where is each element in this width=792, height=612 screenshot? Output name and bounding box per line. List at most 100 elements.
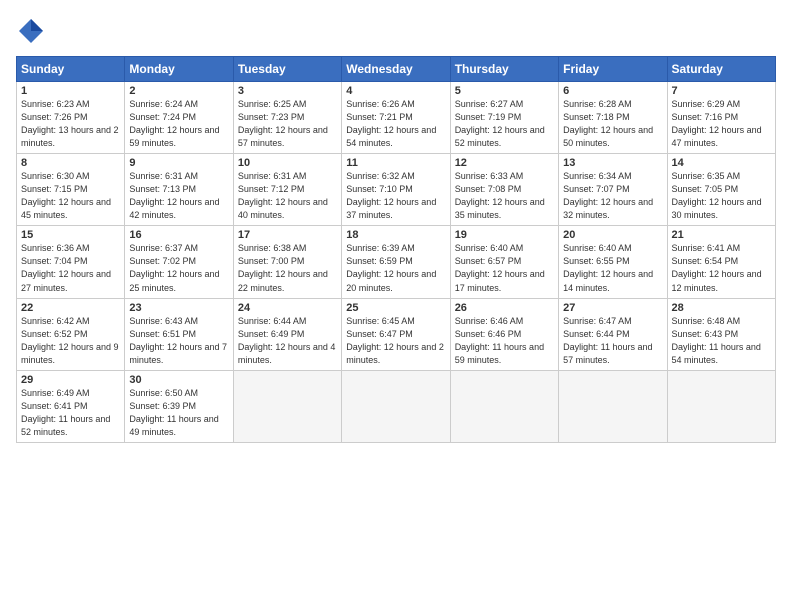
day-info: Sunrise: 6:41 AMSunset: 6:54 PMDaylight:… (672, 242, 771, 294)
week-row-3: 15 Sunrise: 6:36 AMSunset: 7:04 PMDaylig… (17, 226, 776, 298)
day-number: 15 (21, 229, 120, 241)
day-number: 29 (21, 374, 120, 386)
header (16, 16, 776, 46)
day-info: Sunrise: 6:46 AMSunset: 6:46 PMDaylight:… (455, 315, 554, 367)
calendar-cell (450, 370, 558, 442)
day-number: 10 (238, 157, 337, 169)
calendar-cell: 30 Sunrise: 6:50 AMSunset: 6:39 PMDaylig… (125, 370, 233, 442)
week-row-1: 1 Sunrise: 6:23 AMSunset: 7:26 PMDayligh… (17, 82, 776, 154)
calendar-cell: 25 Sunrise: 6:45 AMSunset: 6:47 PMDaylig… (342, 298, 450, 370)
calendar-cell: 4 Sunrise: 6:26 AMSunset: 7:21 PMDayligh… (342, 82, 450, 154)
calendar-cell: 5 Sunrise: 6:27 AMSunset: 7:19 PMDayligh… (450, 82, 558, 154)
day-number: 23 (129, 302, 228, 314)
weekday-tuesday: Tuesday (233, 57, 341, 82)
day-info: Sunrise: 6:25 AMSunset: 7:23 PMDaylight:… (238, 98, 337, 150)
day-info: Sunrise: 6:27 AMSunset: 7:19 PMDaylight:… (455, 98, 554, 150)
calendar-table: SundayMondayTuesdayWednesdayThursdayFrid… (16, 56, 776, 443)
day-number: 14 (672, 157, 771, 169)
week-row-4: 22 Sunrise: 6:42 AMSunset: 6:52 PMDaylig… (17, 298, 776, 370)
day-info: Sunrise: 6:38 AMSunset: 7:00 PMDaylight:… (238, 242, 337, 294)
page: SundayMondayTuesdayWednesdayThursdayFrid… (0, 0, 792, 612)
day-number: 22 (21, 302, 120, 314)
day-info: Sunrise: 6:30 AMSunset: 7:15 PMDaylight:… (21, 170, 120, 222)
day-number: 26 (455, 302, 554, 314)
day-number: 7 (672, 85, 771, 97)
weekday-monday: Monday (125, 57, 233, 82)
calendar-cell: 6 Sunrise: 6:28 AMSunset: 7:18 PMDayligh… (559, 82, 667, 154)
weekday-friday: Friday (559, 57, 667, 82)
day-info: Sunrise: 6:35 AMSunset: 7:05 PMDaylight:… (672, 170, 771, 222)
calendar-cell: 24 Sunrise: 6:44 AMSunset: 6:49 PMDaylig… (233, 298, 341, 370)
day-info: Sunrise: 6:40 AMSunset: 6:55 PMDaylight:… (563, 242, 662, 294)
calendar-cell: 27 Sunrise: 6:47 AMSunset: 6:44 PMDaylig… (559, 298, 667, 370)
calendar-cell: 1 Sunrise: 6:23 AMSunset: 7:26 PMDayligh… (17, 82, 125, 154)
calendar-cell (233, 370, 341, 442)
calendar-cell: 14 Sunrise: 6:35 AMSunset: 7:05 PMDaylig… (667, 154, 775, 226)
day-info: Sunrise: 6:37 AMSunset: 7:02 PMDaylight:… (129, 242, 228, 294)
day-number: 16 (129, 229, 228, 241)
day-info: Sunrise: 6:29 AMSunset: 7:16 PMDaylight:… (672, 98, 771, 150)
day-number: 4 (346, 85, 445, 97)
calendar-cell: 18 Sunrise: 6:39 AMSunset: 6:59 PMDaylig… (342, 226, 450, 298)
week-row-5: 29 Sunrise: 6:49 AMSunset: 6:41 PMDaylig… (17, 370, 776, 442)
day-number: 9 (129, 157, 228, 169)
day-number: 28 (672, 302, 771, 314)
day-info: Sunrise: 6:45 AMSunset: 6:47 PMDaylight:… (346, 315, 445, 367)
calendar-cell: 28 Sunrise: 6:48 AMSunset: 6:43 PMDaylig… (667, 298, 775, 370)
calendar-cell: 13 Sunrise: 6:34 AMSunset: 7:07 PMDaylig… (559, 154, 667, 226)
day-number: 8 (21, 157, 120, 169)
day-number: 3 (238, 85, 337, 97)
calendar-cell (342, 370, 450, 442)
day-info: Sunrise: 6:43 AMSunset: 6:51 PMDaylight:… (129, 315, 228, 367)
day-number: 17 (238, 229, 337, 241)
day-info: Sunrise: 6:50 AMSunset: 6:39 PMDaylight:… (129, 387, 228, 439)
calendar-cell: 16 Sunrise: 6:37 AMSunset: 7:02 PMDaylig… (125, 226, 233, 298)
logo-icon (16, 16, 46, 46)
weekday-thursday: Thursday (450, 57, 558, 82)
day-info: Sunrise: 6:39 AMSunset: 6:59 PMDaylight:… (346, 242, 445, 294)
calendar-cell: 19 Sunrise: 6:40 AMSunset: 6:57 PMDaylig… (450, 226, 558, 298)
calendar-cell: 8 Sunrise: 6:30 AMSunset: 7:15 PMDayligh… (17, 154, 125, 226)
week-row-2: 8 Sunrise: 6:30 AMSunset: 7:15 PMDayligh… (17, 154, 776, 226)
day-number: 12 (455, 157, 554, 169)
day-info: Sunrise: 6:48 AMSunset: 6:43 PMDaylight:… (672, 315, 771, 367)
calendar-cell (667, 370, 775, 442)
day-info: Sunrise: 6:31 AMSunset: 7:12 PMDaylight:… (238, 170, 337, 222)
calendar-cell: 10 Sunrise: 6:31 AMSunset: 7:12 PMDaylig… (233, 154, 341, 226)
weekday-saturday: Saturday (667, 57, 775, 82)
day-info: Sunrise: 6:32 AMSunset: 7:10 PMDaylight:… (346, 170, 445, 222)
day-number: 27 (563, 302, 662, 314)
day-number: 19 (455, 229, 554, 241)
calendar-cell: 9 Sunrise: 6:31 AMSunset: 7:13 PMDayligh… (125, 154, 233, 226)
calendar-cell: 2 Sunrise: 6:24 AMSunset: 7:24 PMDayligh… (125, 82, 233, 154)
day-info: Sunrise: 6:28 AMSunset: 7:18 PMDaylight:… (563, 98, 662, 150)
day-number: 21 (672, 229, 771, 241)
calendar-cell: 3 Sunrise: 6:25 AMSunset: 7:23 PMDayligh… (233, 82, 341, 154)
calendar-cell: 22 Sunrise: 6:42 AMSunset: 6:52 PMDaylig… (17, 298, 125, 370)
day-info: Sunrise: 6:42 AMSunset: 6:52 PMDaylight:… (21, 315, 120, 367)
day-info: Sunrise: 6:44 AMSunset: 6:49 PMDaylight:… (238, 315, 337, 367)
day-info: Sunrise: 6:34 AMSunset: 7:07 PMDaylight:… (563, 170, 662, 222)
day-info: Sunrise: 6:36 AMSunset: 7:04 PMDaylight:… (21, 242, 120, 294)
day-info: Sunrise: 6:47 AMSunset: 6:44 PMDaylight:… (563, 315, 662, 367)
day-number: 2 (129, 85, 228, 97)
day-number: 6 (563, 85, 662, 97)
calendar-cell: 17 Sunrise: 6:38 AMSunset: 7:00 PMDaylig… (233, 226, 341, 298)
weekday-wednesday: Wednesday (342, 57, 450, 82)
day-number: 24 (238, 302, 337, 314)
day-info: Sunrise: 6:33 AMSunset: 7:08 PMDaylight:… (455, 170, 554, 222)
calendar-cell: 15 Sunrise: 6:36 AMSunset: 7:04 PMDaylig… (17, 226, 125, 298)
day-info: Sunrise: 6:26 AMSunset: 7:21 PMDaylight:… (346, 98, 445, 150)
calendar-cell: 12 Sunrise: 6:33 AMSunset: 7:08 PMDaylig… (450, 154, 558, 226)
calendar-cell: 26 Sunrise: 6:46 AMSunset: 6:46 PMDaylig… (450, 298, 558, 370)
weekday-sunday: Sunday (17, 57, 125, 82)
calendar-cell: 21 Sunrise: 6:41 AMSunset: 6:54 PMDaylig… (667, 226, 775, 298)
calendar-cell: 7 Sunrise: 6:29 AMSunset: 7:16 PMDayligh… (667, 82, 775, 154)
day-number: 5 (455, 85, 554, 97)
calendar-cell: 11 Sunrise: 6:32 AMSunset: 7:10 PMDaylig… (342, 154, 450, 226)
day-number: 13 (563, 157, 662, 169)
logo (16, 16, 50, 46)
calendar-cell (559, 370, 667, 442)
calendar-cell: 29 Sunrise: 6:49 AMSunset: 6:41 PMDaylig… (17, 370, 125, 442)
day-number: 1 (21, 85, 120, 97)
